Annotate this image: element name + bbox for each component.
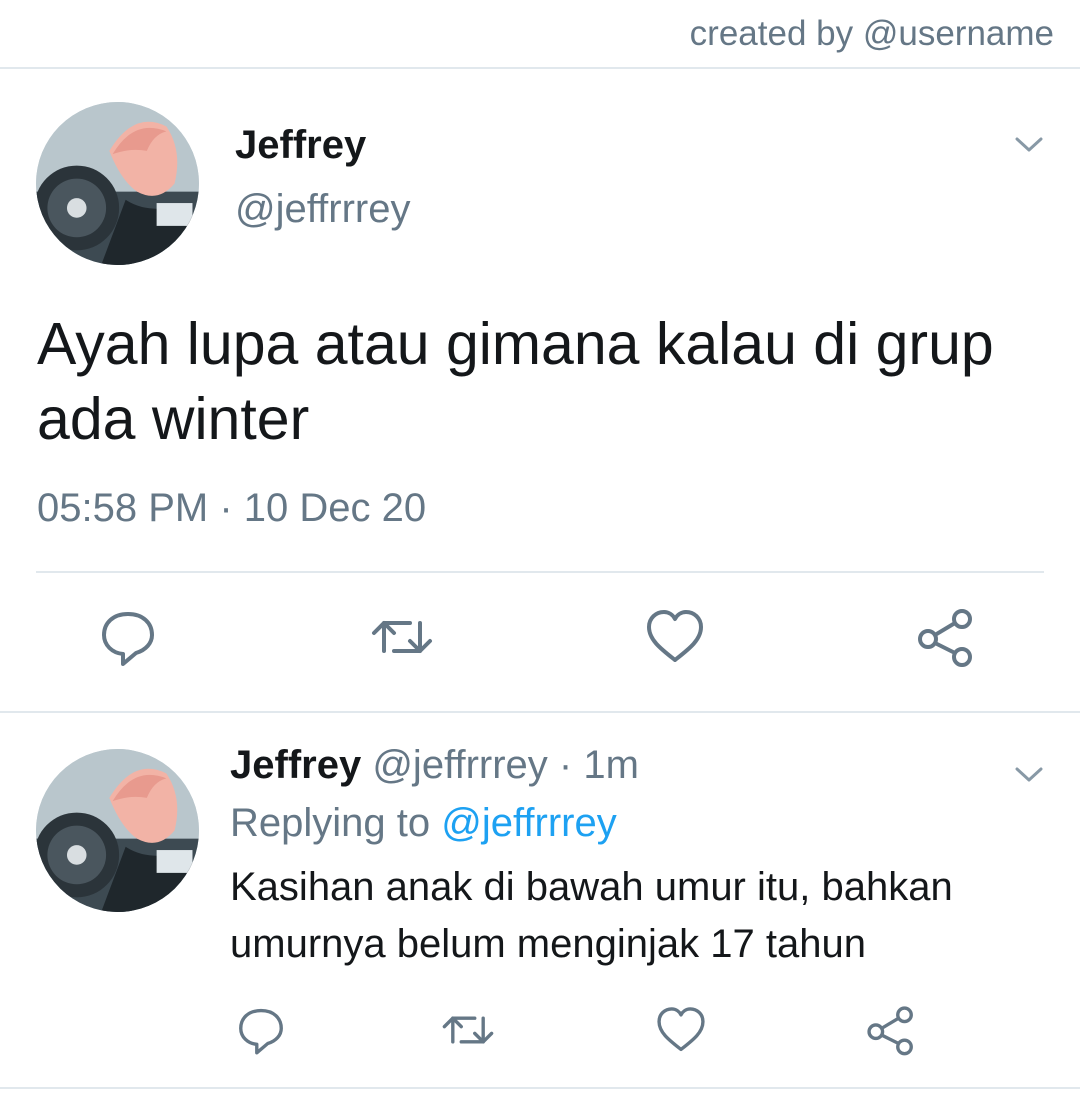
heart-icon bbox=[657, 1007, 705, 1052]
tweet-timestamp[interactable]: 05:58 PM · 10 Dec 20 bbox=[37, 486, 426, 531]
main-tweet: Jeffrey @jeffrrrey Ayah lupa atau gimana… bbox=[0, 69, 1080, 713]
retweet-button[interactable] bbox=[370, 605, 434, 669]
comment-bubble-icon bbox=[102, 612, 154, 666]
chevron-down-icon[interactable] bbox=[1014, 765, 1044, 785]
replying-label: Replying to bbox=[230, 801, 431, 845]
reply-text: Kasihan anak di bawah umur itu, bahkan u… bbox=[230, 865, 953, 966]
share-icon bbox=[867, 1006, 913, 1056]
reply-button[interactable] bbox=[234, 1003, 288, 1057]
author-handle[interactable]: @jeffrrrey bbox=[235, 187, 410, 232]
credit-bar: created by @username bbox=[0, 0, 1080, 69]
avatar-photo-icon bbox=[36, 749, 199, 912]
retweet-icon bbox=[372, 621, 432, 653]
like-button[interactable] bbox=[654, 1003, 708, 1057]
avatar[interactable] bbox=[36, 749, 199, 912]
credit-text: created by @username bbox=[689, 14, 1054, 53]
chevron-down-icon[interactable] bbox=[1014, 135, 1044, 155]
author-handle-time[interactable]: @jeffrrrey · 1m bbox=[372, 743, 639, 787]
reply-button[interactable] bbox=[96, 605, 160, 669]
retweet-icon bbox=[442, 1016, 494, 1044]
author-name[interactable]: Jeffrey bbox=[235, 123, 366, 168]
avatar-photo-icon bbox=[36, 102, 199, 265]
tweet-screenshot: created by @username Jeffrey @jeffrrrey … bbox=[0, 0, 1080, 1107]
reply-tweet: Jeffrey @jeffrrrey · 1m Replying to @jef… bbox=[0, 713, 1080, 1089]
divider bbox=[36, 571, 1044, 573]
share-button[interactable] bbox=[864, 1003, 918, 1057]
retweet-button[interactable] bbox=[441, 1003, 495, 1057]
share-button[interactable] bbox=[914, 605, 978, 669]
mention-link[interactable]: @jeffrrrey bbox=[441, 801, 616, 845]
author-name[interactable]: Jeffrey bbox=[230, 743, 361, 787]
heart-icon bbox=[647, 610, 703, 662]
tweet-text: Ayah lupa atau gimana kalau di grup ada … bbox=[37, 311, 994, 452]
comment-bubble-icon bbox=[239, 1008, 283, 1055]
share-icon bbox=[918, 609, 972, 667]
avatar[interactable] bbox=[36, 102, 199, 265]
replying-to-line: Replying to @jeffrrrey bbox=[230, 801, 617, 846]
like-button[interactable] bbox=[643, 605, 707, 669]
reply-header: Jeffrey @jeffrrrey · 1m bbox=[230, 743, 639, 788]
